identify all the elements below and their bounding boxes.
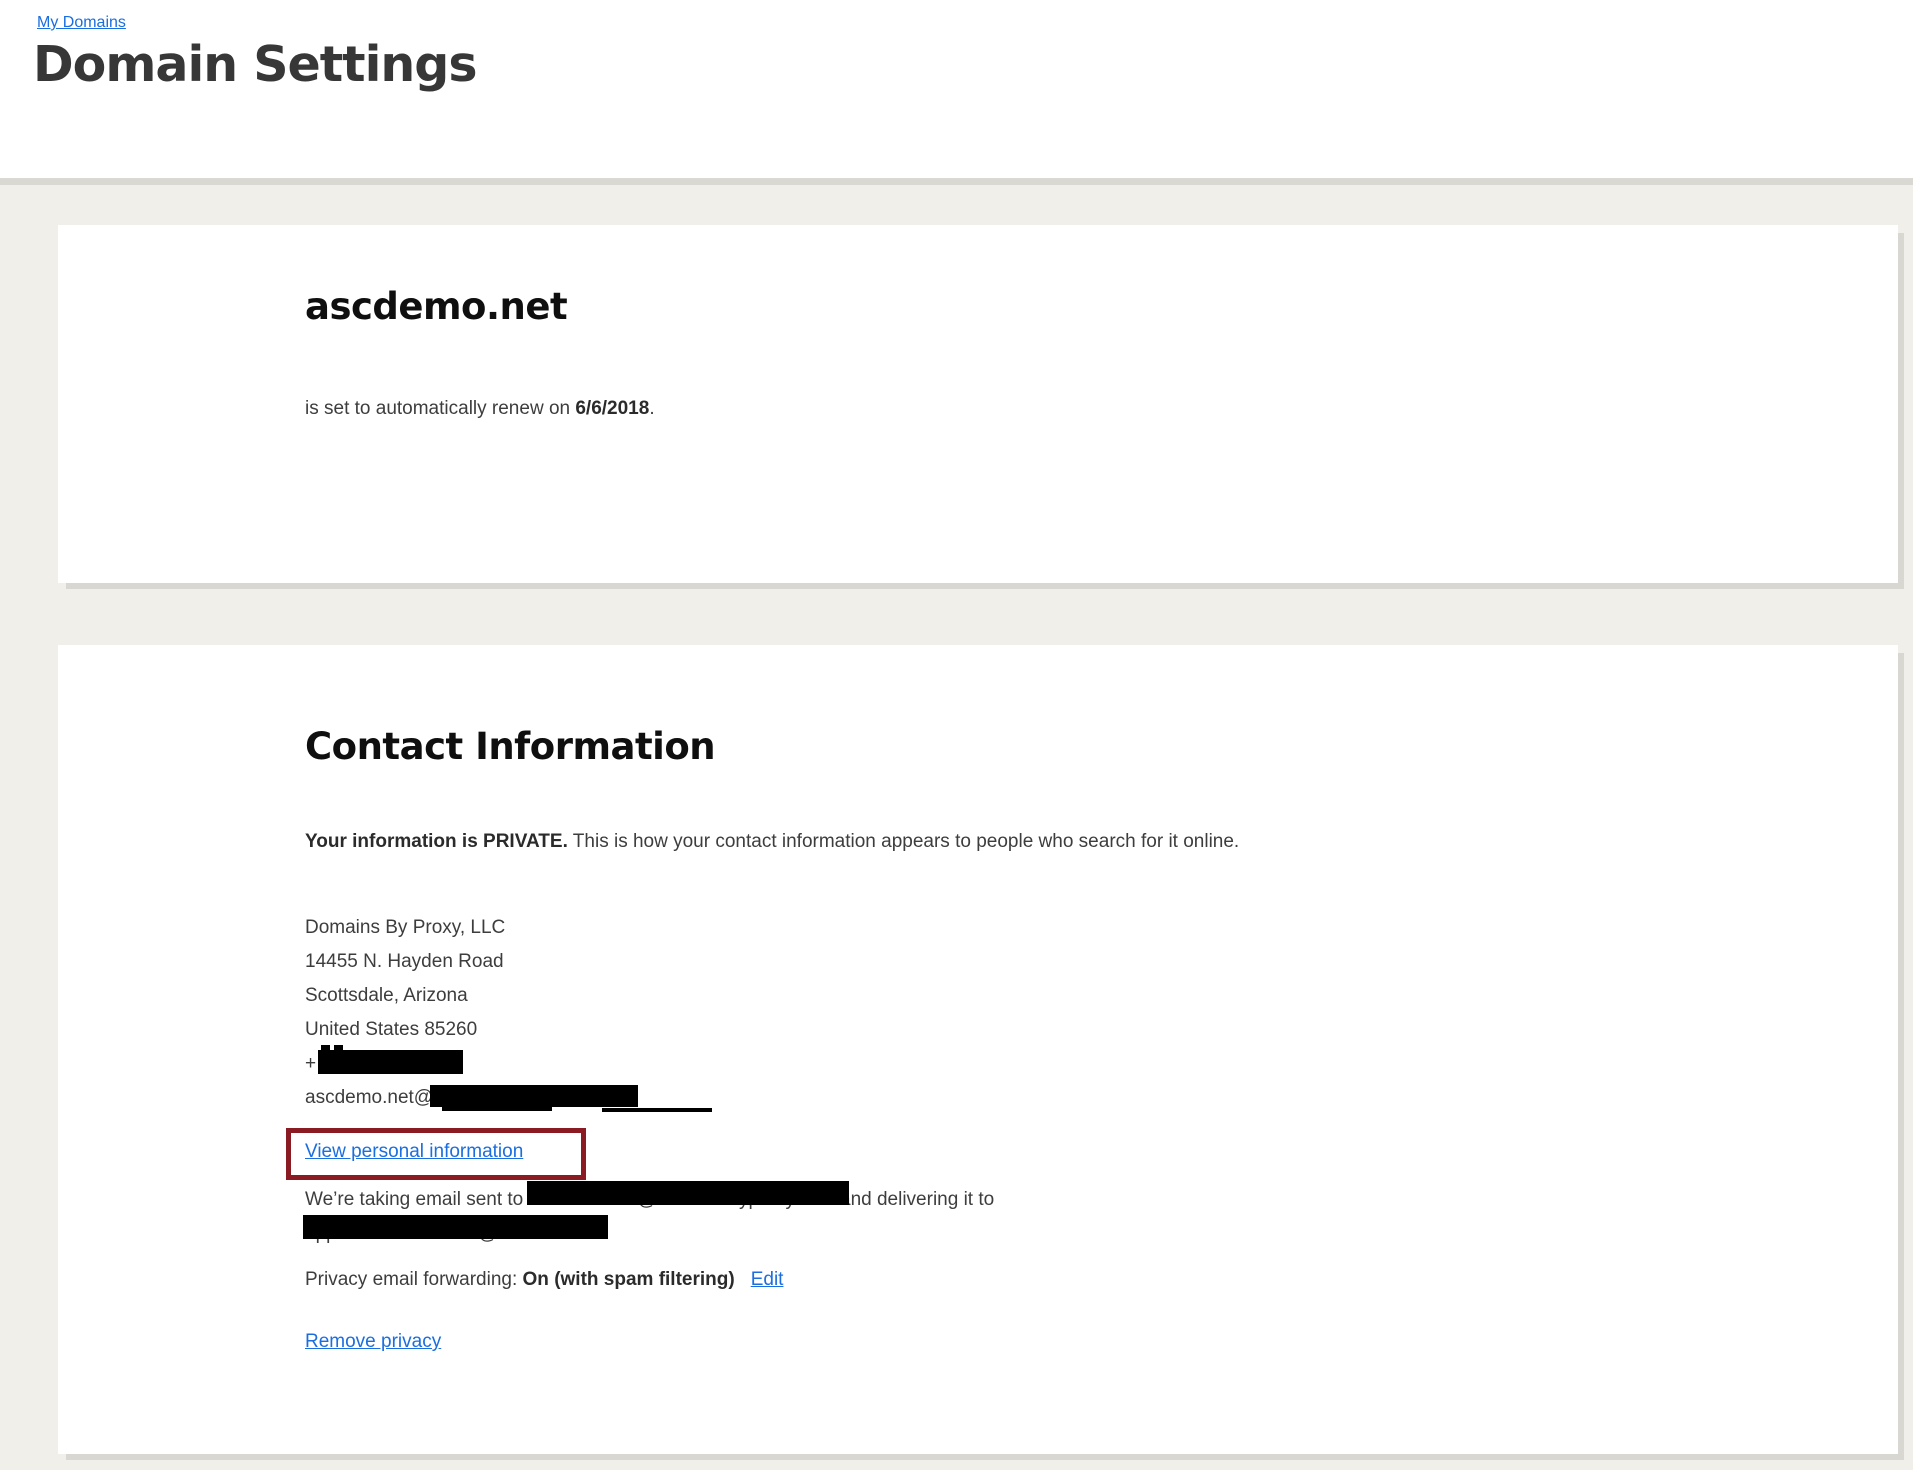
forwarding-text: We’re taking email sent to ascdemo.net@d… <box>305 1183 1565 1251</box>
privacy-notice-rest: This is how your contact information app… <box>568 831 1239 852</box>
phone-line: + <box>305 1047 638 1081</box>
forwarding-middle: and delivering it to <box>835 1189 995 1210</box>
redacted-email-to-text: appservicecertificate@outlook.com <box>305 1223 600 1244</box>
phone-prefix: + <box>305 1053 316 1074</box>
renew-date: 6/6/2018 <box>575 398 649 419</box>
renew-suffix: . <box>649 398 654 419</box>
email-prefix: ascdemo.net@ <box>305 1087 433 1108</box>
view-personal-info-highlight: View personal information <box>286 1128 586 1180</box>
address-line: United States 85260 <box>305 1013 638 1047</box>
redacted-email-from: ascdemo.net@domainsbyproxy.com <box>529 1183 835 1217</box>
remove-privacy-link[interactable]: Remove privacy <box>305 1331 441 1353</box>
header-divider <box>0 178 1913 185</box>
renew-prefix: is set to automatically renew on <box>305 398 575 419</box>
privacy-notice-bold: Your information is PRIVATE. <box>305 831 568 852</box>
view-personal-info-link[interactable]: View personal information <box>305 1141 523 1163</box>
contact-heading: Contact Information <box>305 725 715 768</box>
phone-redaction-bar <box>318 1050 463 1074</box>
forwarding-prefix: We’re taking email sent to <box>305 1189 529 1210</box>
page-title: Domain Settings <box>33 36 477 93</box>
breadcrumb-my-domains-link[interactable]: My Domains <box>37 14 126 32</box>
domain-name: ascdemo.net <box>305 285 567 328</box>
renew-text: is set to automatically renew on 6/6/201… <box>305 398 655 420</box>
edit-link[interactable]: Edit <box>751 1269 784 1290</box>
email-line: ascdemo.net@ <box>305 1081 638 1115</box>
contact-card: Contact Information Your information is … <box>58 645 1898 1454</box>
privacy-forwarding-value: On (with spam filtering) <box>523 1269 735 1290</box>
address-line: 14455 N. Hayden Road <box>305 945 638 979</box>
privacy-forwarding-label: Privacy email forwarding: <box>305 1269 523 1290</box>
redacted-email-to: appservicecertificate@outlook.com <box>305 1217 600 1251</box>
privacy-forwarding-line: Privacy email forwarding: On (with spam … <box>305 1269 783 1291</box>
redacted-email-from-text: ascdemo.net@domainsbyproxy.com <box>529 1189 835 1210</box>
domain-card: ascdemo.net is set to automatically rene… <box>58 225 1898 583</box>
address-block: Domains By Proxy, LLC 14455 N. Hayden Ro… <box>305 911 638 1115</box>
email-redaction-bar <box>430 1085 638 1107</box>
privacy-notice: Your information is PRIVATE. This is how… <box>305 825 1290 859</box>
address-line: Scottsdale, Arizona <box>305 979 638 1013</box>
address-line: Domains By Proxy, LLC <box>305 911 638 945</box>
